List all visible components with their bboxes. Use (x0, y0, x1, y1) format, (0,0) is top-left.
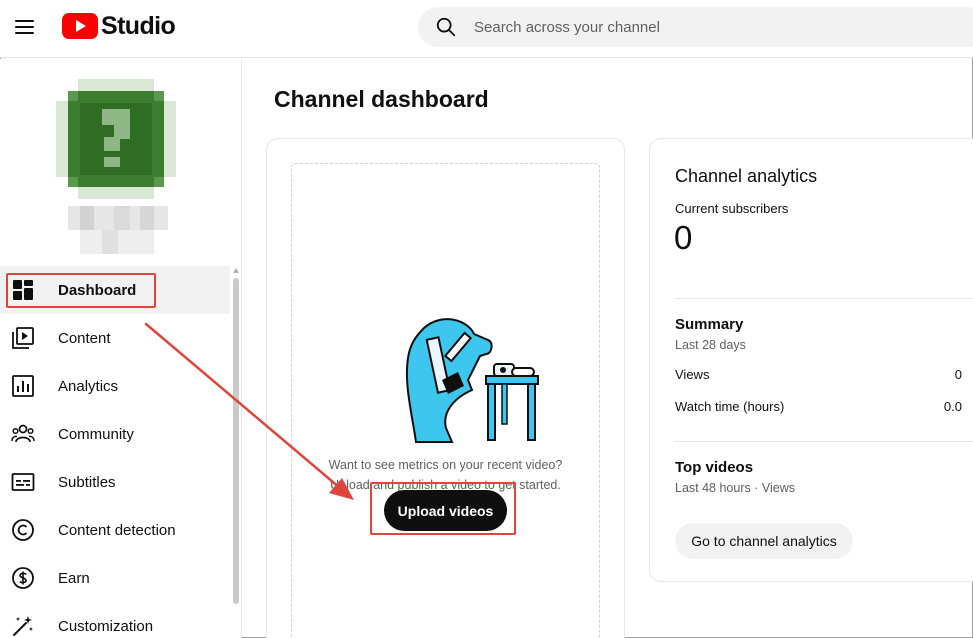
scroll-thumb[interactable] (233, 278, 239, 604)
channel-analytics-card: Channel analytics Current subscribers 0 … (649, 138, 973, 582)
top-videos-title: Top videos (675, 459, 754, 476)
subscribers-value: 0 (674, 219, 693, 256)
highlight-dashboard (6, 273, 156, 308)
sidebar-nav: Dashboard Content Analytics Community Su… (0, 266, 230, 638)
sidebar-item-label: Content detection (58, 521, 176, 539)
divider (674, 441, 973, 442)
sidebar-item-label: Earn (58, 569, 90, 587)
metric-views-label: Views (675, 367, 710, 382)
content-icon (12, 327, 34, 349)
logo-text: Studio (101, 11, 176, 40)
divider (674, 298, 973, 299)
top-videos-period: Last 48 hours · Views (675, 481, 795, 495)
scroll-up-arrow-icon[interactable] (233, 268, 239, 273)
microscope-illustration (405, 318, 539, 443)
sidebar-item-earn[interactable]: Earn (0, 554, 230, 602)
channel-name-blurred (68, 206, 168, 254)
summary-title: Summary (675, 316, 744, 333)
metric-views-value: 0 (954, 367, 962, 382)
metric-watch-time-label: Watch time (hours) (675, 399, 785, 414)
summary-period: Last 28 days (675, 338, 746, 352)
sidebar-item-content[interactable]: Content (0, 314, 230, 362)
upload-card: Want to see metrics on your recent video… (266, 138, 625, 638)
sidebar-item-subtitles[interactable]: Subtitles (0, 458, 230, 506)
page-title: Channel dashboard (274, 86, 489, 112)
magic-wand-icon (13, 616, 33, 636)
avatar[interactable] (56, 79, 176, 199)
sidebar-item-analytics[interactable]: Analytics (0, 362, 230, 410)
analytics-icon (12, 375, 34, 397)
search-input[interactable] (474, 7, 954, 47)
sidebar-item-label: Subtitles (58, 473, 116, 491)
sidebar-item-label: Analytics (58, 377, 119, 395)
community-icon (11, 424, 35, 443)
search-bar[interactable] (418, 7, 973, 47)
sidebar-scrollbar[interactable] (232, 268, 240, 606)
search-icon[interactable] (435, 16, 457, 38)
dollar-icon (12, 567, 34, 589)
menu-icon[interactable] (10, 12, 40, 42)
sidebar-item-label: Content (58, 329, 111, 347)
highlight-upload-button (370, 482, 516, 535)
sidebar-item-customization[interactable]: Customization (0, 602, 230, 638)
sidebar-item-label: Customization (58, 617, 154, 635)
sidebar-item-label: Community (58, 425, 134, 443)
youtube-play-icon (62, 13, 98, 39)
sidebar-item-content-detection[interactable]: Content detection (0, 506, 230, 554)
subscribers-label: Current subscribers (675, 201, 789, 216)
go-to-channel-analytics-button[interactable]: Go to channel analytics (675, 523, 853, 559)
upload-prompt-line1: Want to see metrics on your recent video… (328, 458, 563, 472)
analytics-title: Channel analytics (675, 166, 818, 186)
top-bar: Studio (0, 0, 973, 58)
studio-logo[interactable]: Studio (62, 11, 176, 40)
subtitles-icon (11, 473, 35, 491)
copyright-icon (12, 519, 34, 541)
metric-watch-time-value: 0.0 (943, 399, 962, 414)
upload-dropzone: Want to see metrics on your recent video… (291, 163, 600, 638)
sidebar-item-community[interactable]: Community (0, 410, 230, 458)
sidebar: Dashboard Content Analytics Community Su… (0, 59, 242, 638)
